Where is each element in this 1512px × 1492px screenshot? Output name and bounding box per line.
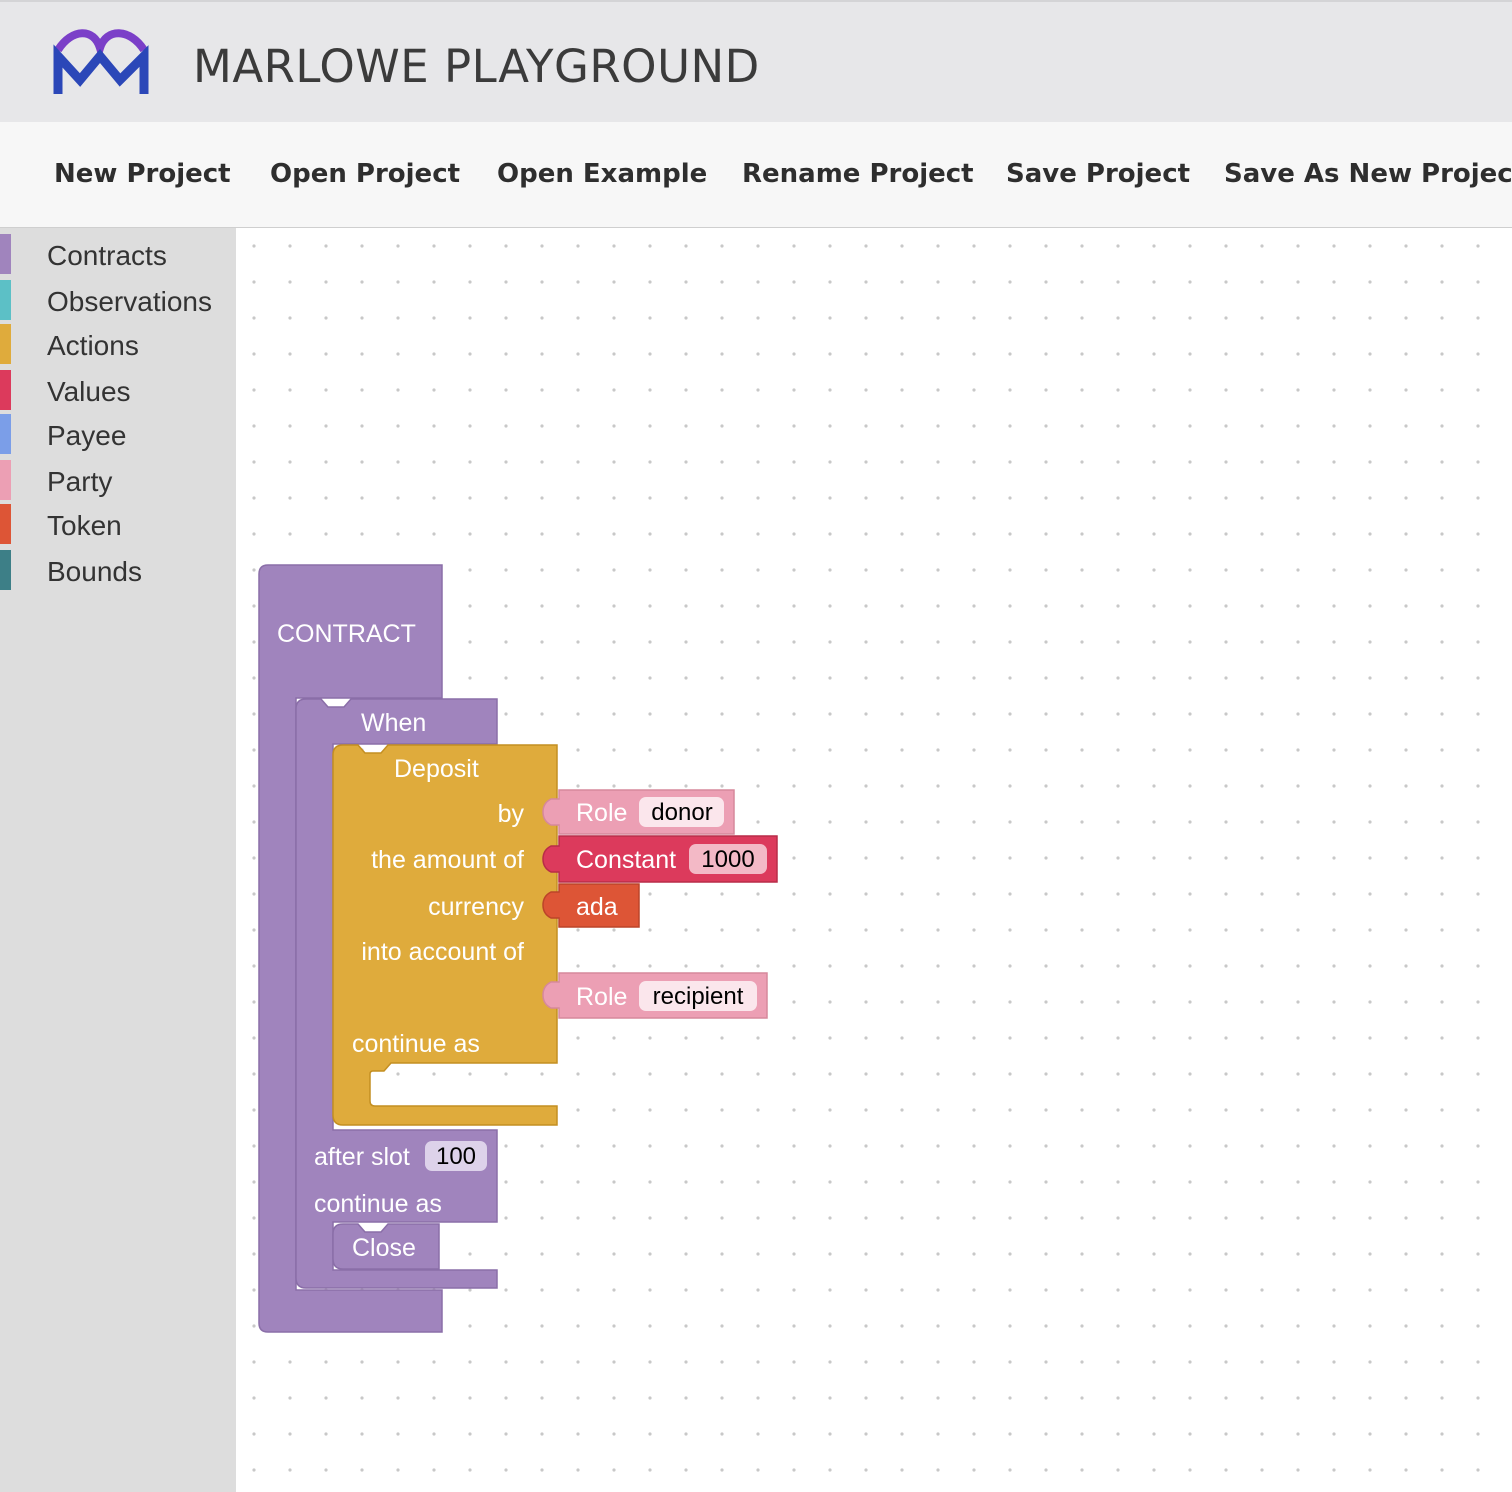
- save-as-new-project-button[interactable]: Save As New Project: [1224, 159, 1512, 189]
- save-project-button[interactable]: Save Project: [1006, 159, 1190, 189]
- ada-label: ada: [576, 893, 618, 921]
- role-recipient-value: recipient: [653, 983, 744, 1010]
- category-swatch: [0, 324, 11, 364]
- deposit-label: Deposit: [394, 755, 479, 783]
- open-example-button[interactable]: Open Example: [497, 159, 707, 189]
- close-label: Close: [352, 1234, 416, 1262]
- category-swatch: [0, 550, 11, 590]
- blockly-workspace[interactable]: CONTRACT When after slot 100 continue as…: [236, 228, 1512, 1492]
- category-swatch: [0, 460, 11, 500]
- role-donor-block[interactable]: Role donor: [542, 789, 735, 835]
- rename-project-button[interactable]: Rename Project: [742, 159, 974, 189]
- toolbox-category-values[interactable]: Values: [0, 370, 236, 410]
- deposit-continue-label: continue as: [352, 1030, 480, 1058]
- deposit-account-label: into account of: [361, 938, 524, 966]
- role-recipient-label: Role: [576, 983, 627, 1011]
- toolbox-category-actions[interactable]: Actions: [0, 324, 236, 364]
- category-label: Actions: [47, 330, 139, 361]
- category-label: Values: [47, 376, 131, 407]
- app-header: MARLOWE PLAYGROUND: [0, 0, 1512, 122]
- toolbox-category-bounds[interactable]: Bounds: [0, 550, 236, 590]
- when-continue-label: continue as: [314, 1190, 442, 1218]
- app-title: MARLOWE PLAYGROUND: [193, 40, 760, 93]
- marlowe-logo-icon: [53, 29, 149, 94]
- close-block[interactable]: Close: [332, 1223, 440, 1270]
- role-donor-value: donor: [651, 799, 712, 826]
- category-label: Observations: [47, 286, 212, 317]
- constant-value: 1000: [701, 846, 754, 873]
- open-project-button[interactable]: Open Project: [270, 159, 460, 189]
- block-toolbox: Contracts Observations Actions Values Pa…: [0, 228, 236, 1492]
- toolbox-category-payee[interactable]: Payee: [0, 414, 236, 454]
- role-recipient-block[interactable]: Role recipient: [542, 972, 768, 1019]
- new-project-button[interactable]: New Project: [54, 159, 231, 189]
- toolbox-category-observations[interactable]: Observations: [0, 280, 236, 320]
- category-swatch: [0, 234, 11, 274]
- category-label: Bounds: [47, 556, 142, 587]
- when-label: When: [361, 709, 426, 737]
- contract-label: CONTRACT: [277, 620, 416, 648]
- category-label: Token: [47, 510, 122, 541]
- category-label: Contracts: [47, 240, 167, 271]
- after-slot-label: after slot: [314, 1143, 410, 1171]
- deposit-by-label: by: [498, 800, 525, 828]
- toolbox-category-contracts[interactable]: Contracts: [0, 234, 236, 274]
- role-donor-label: Role: [576, 799, 627, 827]
- category-swatch: [0, 414, 11, 454]
- timeout-value: 100: [436, 1143, 476, 1170]
- workspace-canvas[interactable]: CONTRACT When after slot 100 continue as…: [236, 228, 1512, 1492]
- deposit-amount-label: the amount of: [371, 846, 524, 874]
- menu-bar: New Project Open Project Open Example Re…: [0, 122, 1512, 228]
- deposit-currency-label: currency: [428, 893, 524, 921]
- toolbox-category-party[interactable]: Party: [0, 460, 236, 500]
- category-swatch: [0, 370, 11, 410]
- constant-label: Constant: [576, 846, 676, 874]
- constant-block[interactable]: Constant 1000: [542, 835, 778, 883]
- category-label: Payee: [47, 420, 127, 451]
- category-swatch: [0, 504, 11, 544]
- category-label: Party: [47, 466, 113, 497]
- toolbox-category-token[interactable]: Token: [0, 504, 236, 544]
- category-swatch: [0, 280, 11, 320]
